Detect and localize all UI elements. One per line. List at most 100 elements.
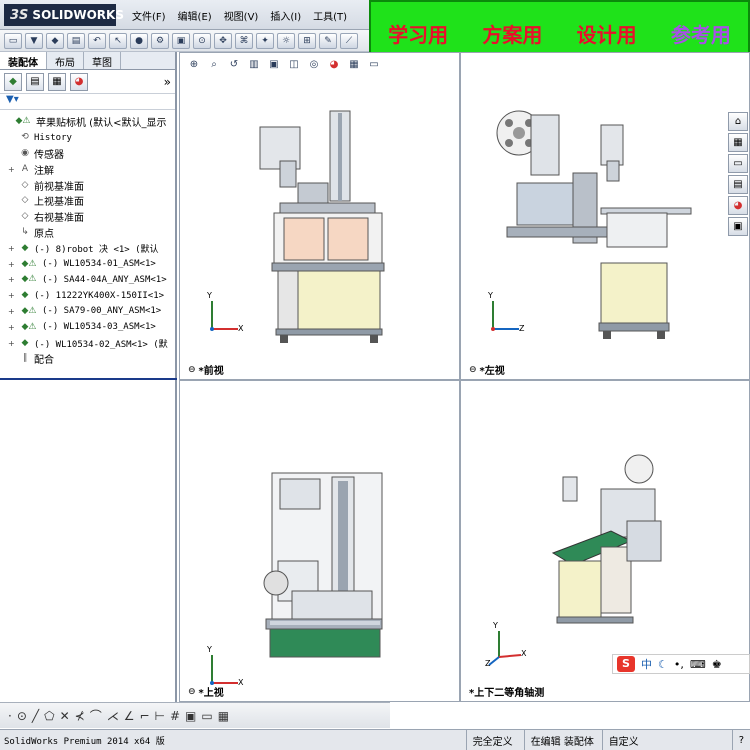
skin-icon[interactable]: ♚ [712,658,722,671]
angle-icon[interactable]: ∠ [124,709,135,723]
mate-icon[interactable]: ⊙ [193,32,211,49]
expand-toggle-icon[interactable]: + [8,339,16,348]
menu-tools[interactable]: 工具(T) [313,8,347,23]
rebuild-icon[interactable]: ● [130,32,148,49]
ime-mode-label[interactable]: 中 [641,656,652,672]
tab-layout[interactable]: 布局 [47,52,84,69]
panel-divider [0,378,177,380]
tree-item[interactable]: ◉ 传感器 [2,146,173,162]
filter-icon[interactable]: ▼▾ [0,94,175,110]
property-manager-icon[interactable]: ▤ [26,72,44,91]
lights-icon[interactable]: ☼ [277,32,295,49]
feature-manager-panel: 装配体 布局 草图 ◆ ▤ ▦ ◕ » ▼▾ ◆⚠ 苹果贴标机 (默认<默认_显示… [0,52,177,702]
help-icon[interactable]: ? [731,730,750,750]
tree-item[interactable]: + ◆ (-) 8)robot 决 <1> (默认 [2,240,173,256]
tree-item-label: (-) WL10534-03_ASM<1> [42,322,156,333]
options-icon[interactable]: ⚙ [151,32,169,49]
menu-insert[interactable]: 插入(I) [270,8,301,23]
tab-sketch[interactable]: 草图 [84,52,121,69]
grid-icon[interactable]: # [170,709,180,723]
expand-toggle-icon[interactable]: + [8,275,16,284]
sketch-icon[interactable]: ✎ [319,32,337,49]
expand-more-icon[interactable]: » [164,75,171,89]
line-icon[interactable]: ╱ [32,709,39,723]
configuration-manager-icon[interactable]: ▦ [48,72,66,91]
expand-toggle-icon[interactable]: + [8,244,16,253]
select-icon[interactable]: ↖ [109,32,127,49]
feature-tree-icon[interactable]: ◆ [4,72,22,91]
viewport-front[interactable]: ⊕ ⌕ ↺ ▥ ▣ ◫ ◎ ◕ ▦ ▭ Y X ⊖ *前视 [179,52,460,380]
expand-toggle-icon[interactable]: + [8,165,16,174]
explode-view-icon[interactable]: ✦ [256,32,274,49]
smart-fastener-icon[interactable]: ⌘ [235,32,253,49]
tree-item[interactable]: + A 注解 [2,161,173,177]
print-icon[interactable]: ▤ [67,32,85,49]
undo-icon[interactable]: ↶ [88,32,106,49]
mirror-icon[interactable]: ⋌ [107,709,119,723]
tree-item[interactable]: ↳ 原点 [2,225,173,241]
tree-item[interactable]: ◇ 右视基准面 [2,209,173,225]
box-icon[interactable]: ▣ [185,709,196,723]
open-folder-icon[interactable]: ▼ [25,32,43,49]
tree-item-label: (-) WL10534-02_ASM<1> (默 [34,339,168,350]
tree-item[interactable]: ∥ 配合 [2,351,173,367]
ds-logo-mark: 3S [10,7,29,23]
insert-component-icon[interactable]: ▣ [172,32,190,49]
tree-item-label: 注解 [34,165,54,177]
design-library-icon[interactable]: ▦ [728,133,748,152]
point-icon[interactable]: · [8,709,12,723]
move-component-icon[interactable]: ✥ [214,32,232,49]
display-manager-icon[interactable]: ◕ [70,72,88,91]
home-icon[interactable]: ⌂ [728,112,748,131]
appearances-icon[interactable]: ◕ [728,196,748,215]
tree-item[interactable]: ◇ 前视基准面 [2,177,173,193]
viewport-left[interactable]: Y Z ⊖ *左视 [460,52,750,380]
ime-toolbar[interactable]: S 中 ☾ •, ⌨ ♚ [612,654,750,674]
menu-view[interactable]: 视图(V) [224,8,259,23]
solidworks-logo[interactable]: 3S SOLIDWORKS [4,4,124,26]
tree-item-label: 苹果贴标机 (默认<默认_显示 [36,118,167,130]
arc-icon[interactable]: ⌒ [90,707,102,724]
tree-item[interactable]: + ◆⚠ (-) WL10534-01_ASM<1> [2,256,173,272]
tree-item-label: (-) SA79-00_ANY_ASM<1> [42,306,162,317]
tree-item[interactable]: + ◆ (-) WL10534-02_ASM<1> (默 [2,335,173,351]
expand-toggle-icon[interactable]: + [8,260,16,269]
save-icon[interactable]: ◆ [46,32,64,49]
assembly-warn-icon: ◆⚠ [15,116,31,127]
viewport-top[interactable]: Y X ⊖ *上视 [179,380,460,702]
tab-assembly[interactable]: 装配体 [0,52,47,69]
file-explorer-icon[interactable]: ▭ [728,154,748,173]
menu-file[interactable]: 文件(F) [132,8,166,23]
table-icon[interactable]: ▦ [218,709,229,723]
punct-icon[interactable]: •, [674,658,684,671]
pencil-icon[interactable]: ⟋ [340,32,358,49]
dimension-icon[interactable]: ⊢ [155,709,165,723]
keyboard-icon[interactable]: ⌨ [690,658,706,671]
tree-item[interactable]: ◆⚠ 苹果贴标机 (默认<默认_显示 [2,114,173,130]
tree-item[interactable]: + ◆⚠ (-) SA44-04A_ANY_ASM<1> [2,272,173,288]
extend-icon[interactable]: ⊀ [75,709,85,723]
expand-toggle-icon[interactable]: + [8,307,16,316]
custom-properties-icon[interactable]: ▣ [728,217,748,236]
tree-item[interactable]: ◇ 上视基准面 [2,193,173,209]
expand-toggle-icon[interactable]: + [8,291,16,300]
expand-toggle-icon[interactable]: + [8,323,16,332]
window-icon[interactable]: ▭ [201,709,212,723]
axis-triad: Y Z [485,291,525,333]
new-document-icon[interactable]: ▭ [4,32,22,49]
banner-item-plan: 方案用 [482,23,543,47]
circle-icon[interactable]: ⊙ [17,709,27,723]
status-custom-units[interactable]: 自定义 [601,730,732,750]
tree-item[interactable]: + ◆⚠ (-) WL10534-03_ASM<1> [2,319,173,335]
polygon-icon[interactable]: ⬠ [44,709,54,723]
plane-icon: ◇ [21,195,29,206]
tree-item[interactable]: + ◆ (-) 11222YK400X-150II<1> [2,288,173,304]
menu-edit[interactable]: 编辑(E) [178,8,212,23]
corner-icon[interactable]: ⌐ [139,709,149,723]
tree-item[interactable]: ⟲ History [2,130,173,146]
moon-icon[interactable]: ☾ [658,658,668,671]
snap-icon[interactable]: ⊞ [298,32,316,49]
view-palette-icon[interactable]: ▤ [728,175,748,194]
tree-item[interactable]: + ◆⚠ (-) SA79-00_ANY_ASM<1> [2,304,173,320]
trim-icon[interactable]: ✕ [60,709,70,723]
